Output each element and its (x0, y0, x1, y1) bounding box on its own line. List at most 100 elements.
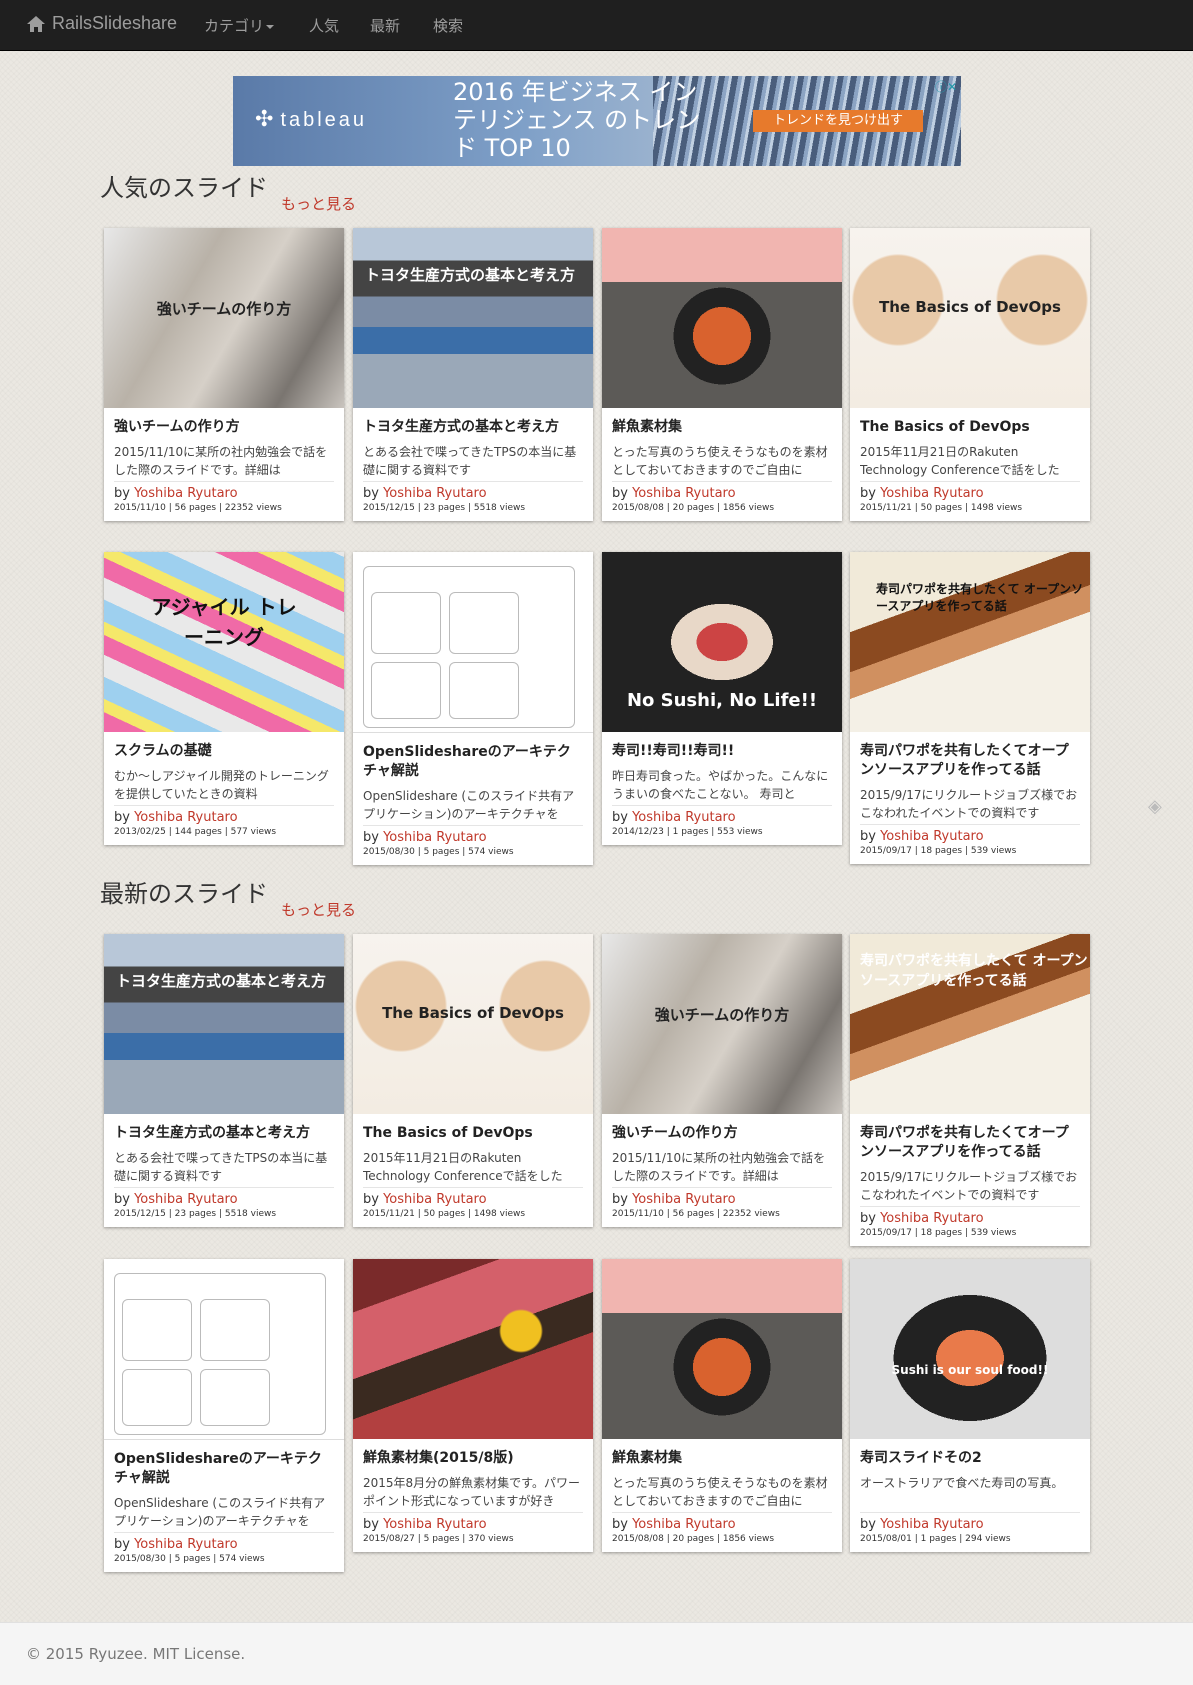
author-link[interactable]: Yoshiba Ryutaro (383, 1192, 486, 1207)
thumbnail-text: 寿司パワポを共有したくて オープンソースアプリを作ってる話 (860, 953, 1088, 989)
slide-title[interactable]: 鮮魚素材集 (612, 1449, 832, 1468)
slide-card[interactable]: 強いチームの作り方 強いチームの作り方 2015/11/10に某所の社内勉強会で話… (104, 228, 344, 521)
by-label: by (860, 486, 876, 501)
slide-description: とある会社で喋ってきたTPSの本当に基礎に関する資料です (114, 1149, 334, 1188)
slide-card[interactable]: 鮮魚素材集 とった写真のうち使えそうなものを素材としておいておきますのでご自由に b… (602, 1259, 842, 1552)
slide-card[interactable]: 鮮魚素材集(2015/8版) 2015年8月分の鮮魚素材集です。パワーポイント形式… (353, 1259, 593, 1552)
slide-title[interactable]: トヨタ生産方式の基本と考え方 (114, 1124, 334, 1143)
slide-title[interactable]: スクラムの基礎 (114, 742, 334, 761)
nav-latest[interactable]: 最新 (370, 15, 400, 36)
slide-title[interactable]: 寿司パワポを共有したくてオープンソースアプリを作ってる話 (860, 1124, 1080, 1162)
author-link[interactable]: Yoshiba Ryutaro (383, 830, 486, 845)
slide-description: とある会社で喋ってきたTPSの本当に基礎に関する資料です (363, 443, 583, 482)
slide-thumbnail[interactable]: The Basics of DevOps (353, 934, 593, 1114)
brand-link[interactable]: RailsSlideshare (26, 13, 177, 34)
slide-card[interactable]: OpenSlideshareのアーキテクチャ解説 OpenSlideshare (… (353, 552, 593, 865)
slide-title[interactable]: OpenSlideshareのアーキテクチャ解説 (363, 743, 583, 781)
author-link[interactable]: Yoshiba Ryutaro (632, 486, 735, 501)
slide-meta: 2015/11/10 | 56 pages | 22352 views (612, 1209, 780, 1219)
author-link[interactable]: Yoshiba Ryutaro (134, 1537, 237, 1552)
slide-title[interactable]: 強いチームの作り方 (114, 418, 334, 437)
author-link[interactable]: Yoshiba Ryutaro (134, 1192, 237, 1207)
author-link[interactable]: Yoshiba Ryutaro (880, 486, 983, 501)
by-label: by (860, 1517, 876, 1532)
slide-title[interactable]: The Basics of DevOps (860, 418, 1080, 437)
slide-thumbnail[interactable]: トヨタ生産方式の基本と考え方 (353, 228, 593, 408)
by-label: by (114, 486, 130, 501)
aws-diagram-box (449, 662, 519, 719)
slide-card[interactable]: 寿司パワポを共有したくて オープンソースアプリを作ってる話 寿司パワポを共有した… (850, 552, 1090, 864)
slide-title[interactable]: 強いチームの作り方 (612, 1124, 832, 1143)
slide-card[interactable]: トヨタ生産方式の基本と考え方 トヨタ生産方式の基本と考え方とある会社で喋ってきた… (353, 228, 593, 521)
more-link-popular[interactable]: もっと見る (281, 193, 356, 214)
author-link[interactable]: Yoshiba Ryutaro (632, 810, 735, 825)
slide-card[interactable]: 強いチームの作り方 強いチームの作り方 2015/11/10に某所の社内勉強会で話… (602, 934, 842, 1227)
ad-logo: ✣ tableau (255, 106, 367, 132)
slide-title[interactable]: 鮮魚素材集(2015/8版) (363, 1449, 583, 1468)
slide-card[interactable]: 鮮魚素材集とった写真のうち使えそうなものを素材としておいておきますのでご自由に b… (602, 228, 842, 521)
slide-meta: 2015/08/27 | 5 pages | 370 views (363, 1534, 514, 1544)
slide-thumbnail[interactable]: 寿司パワポを共有したくて オープンソースアプリを作ってる話 (850, 934, 1090, 1114)
slide-card[interactable]: Sushi is our soul food!! 寿司スライドその2 オーストラリ… (850, 1259, 1090, 1552)
nav-popular[interactable]: 人気 (309, 15, 339, 36)
author-link[interactable]: Yoshiba Ryutaro (632, 1517, 735, 1532)
slide-thumbnail[interactable]: トヨタ生産方式の基本と考え方 (104, 934, 344, 1114)
author-link[interactable]: Yoshiba Ryutaro (383, 1517, 486, 1532)
slide-title[interactable]: 鮮魚素材集 (612, 418, 832, 437)
tableau-logo-icon: ✣ (255, 106, 277, 131)
slide-byline: by Yoshiba Ryutaro (114, 1192, 334, 1207)
slide-card[interactable]: The Basics of DevOps The Basics of DevOp… (353, 934, 593, 1227)
slide-thumbnail[interactable]: Sushi is our soul food!! (850, 1259, 1090, 1439)
slide-card[interactable]: アジャイル トレーニング スクラムの基礎 むか〜しアジャイル開発のトレーニングを提… (104, 552, 344, 845)
author-link[interactable]: Yoshiba Ryutaro (880, 1211, 983, 1226)
slide-card[interactable]: 寿司パワポを共有したくて オープンソースアプリを作ってる話 寿司パワポを共有した… (850, 934, 1090, 1246)
author-link[interactable]: Yoshiba Ryutaro (134, 486, 237, 501)
nav-category[interactable]: カテゴリ (204, 15, 275, 36)
slide-title[interactable]: 寿司!!寿司!!寿司!! (612, 742, 832, 761)
slide-card[interactable]: The Basics of DevOps The Basics of DevOp… (850, 228, 1090, 521)
slide-card[interactable]: トヨタ生産方式の基本と考え方 トヨタ生産方式の基本と考え方とある会社で喋ってきた… (104, 934, 344, 1227)
navbar: RailsSlideshare カテゴリ 人気 最新 検索 (0, 0, 1193, 51)
aws-diagram-box (122, 1369, 192, 1426)
ad-banner[interactable]: ✣ tableau 2016 年ビジネス インテリジェンス のトレンド TOP 1… (233, 76, 961, 166)
nav-search[interactable]: 検索 (433, 15, 463, 36)
slide-meta: 2015/08/30 | 5 pages | 574 views (114, 1554, 265, 1564)
slide-thumbnail[interactable]: No Sushi, No Life!! (602, 552, 842, 732)
ad-cta-button[interactable]: トレンドを見つけ出す (753, 110, 923, 132)
slide-title[interactable]: 寿司スライドその2 (860, 1449, 1080, 1468)
slide-thumbnail[interactable] (602, 1259, 842, 1439)
slide-card[interactable]: No Sushi, No Life!! 寿司!!寿司!!寿司!! 昨日寿司食った。… (602, 552, 842, 845)
more-link-latest[interactable]: もっと見る (281, 899, 356, 920)
by-label: by (612, 1192, 628, 1207)
slide-thumbnail[interactable] (353, 1259, 593, 1439)
author-link[interactable]: Yoshiba Ryutaro (880, 829, 983, 844)
author-link[interactable]: Yoshiba Ryutaro (383, 486, 486, 501)
slide-byline: by Yoshiba Ryutaro (612, 486, 832, 501)
slide-thumbnail[interactable] (602, 228, 842, 408)
slide-thumbnail[interactable]: 強いチームの作り方 (104, 228, 344, 408)
section-title-latest: 最新のスライド (100, 880, 268, 908)
slide-thumbnail[interactable]: 強いチームの作り方 (602, 934, 842, 1114)
slide-title[interactable]: トヨタ生産方式の基本と考え方 (363, 418, 583, 437)
by-label: by (612, 486, 628, 501)
ad-info-icon[interactable]: ⓘ✕ (935, 78, 957, 95)
slide-card[interactable]: OpenSlideshareのアーキテクチャ解説 OpenSlideshare (… (104, 1259, 344, 1572)
slide-thumbnail[interactable]: 寿司パワポを共有したくて オープンソースアプリを作ってる話 (850, 552, 1090, 732)
author-link[interactable]: Yoshiba Ryutaro (880, 1517, 983, 1532)
slide-meta: 2015/12/15 | 23 pages | 5518 views (363, 503, 526, 513)
author-link[interactable]: Yoshiba Ryutaro (632, 1192, 735, 1207)
by-label: by (114, 810, 130, 825)
slide-description: とった写真のうち使えそうなものを素材としておいておきますのでご自由に (612, 443, 832, 482)
slide-thumbnail[interactable] (353, 552, 593, 733)
slide-thumbnail[interactable]: アジャイル トレーニング (104, 552, 344, 732)
slide-title[interactable]: The Basics of DevOps (363, 1124, 583, 1143)
slide-title[interactable]: 寿司パワポを共有したくてオープンソースアプリを作ってる話 (860, 742, 1080, 780)
ad-headline: 2016 年ビジネス インテリジェンス のトレンド TOP 10 (453, 78, 701, 162)
slide-title[interactable]: OpenSlideshareのアーキテクチャ解説 (114, 1450, 334, 1488)
feedback-tag-icon[interactable]: ◈ (1148, 796, 1168, 817)
slide-thumbnail[interactable] (104, 1259, 344, 1440)
thumbnail-text: 強いチームの作り方 (156, 300, 292, 318)
author-link[interactable]: Yoshiba Ryutaro (134, 810, 237, 825)
slide-thumbnail[interactable]: The Basics of DevOps (850, 228, 1090, 408)
slide-byline: by Yoshiba Ryutaro (612, 1517, 832, 1532)
